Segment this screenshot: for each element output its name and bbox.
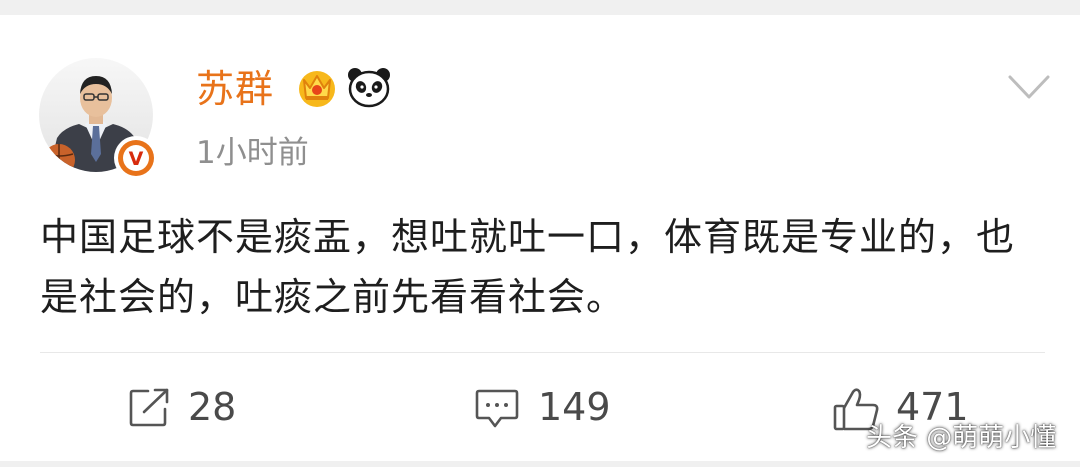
chevron-down-icon[interactable] (1006, 71, 1052, 103)
comment-icon (475, 389, 519, 428)
repost-count: 28 (188, 385, 237, 429)
repost-icon (129, 388, 169, 427)
post-timestamp: 1小时前 (196, 135, 309, 171)
verified-badge: V (114, 136, 158, 180)
verified-badge-letter: V (129, 148, 144, 170)
watermark: 头条 @萌萌小懂 (866, 423, 1057, 453)
repost-button[interactable]: 28 (128, 382, 268, 432)
weibo-post-card: V 苏群 1小时前 中国足球不是痰盂，想吐就吐一口，体育既是专业的，也是社会的，… (0, 15, 1080, 461)
author-name[interactable]: 苏群 (196, 65, 274, 113)
comment-count: 149 (538, 385, 611, 429)
comment-button[interactable]: 149 (474, 382, 644, 432)
panda-icon[interactable] (346, 65, 392, 109)
crown-icon[interactable] (296, 66, 338, 108)
divider (40, 352, 1045, 353)
verified-v-icon: V (118, 140, 154, 176)
post-text: 中国足球不是痰盂，想吐就吐一口，体育既是专业的，也是社会的，吐痰之前先看看社会。 (40, 215, 1016, 319)
